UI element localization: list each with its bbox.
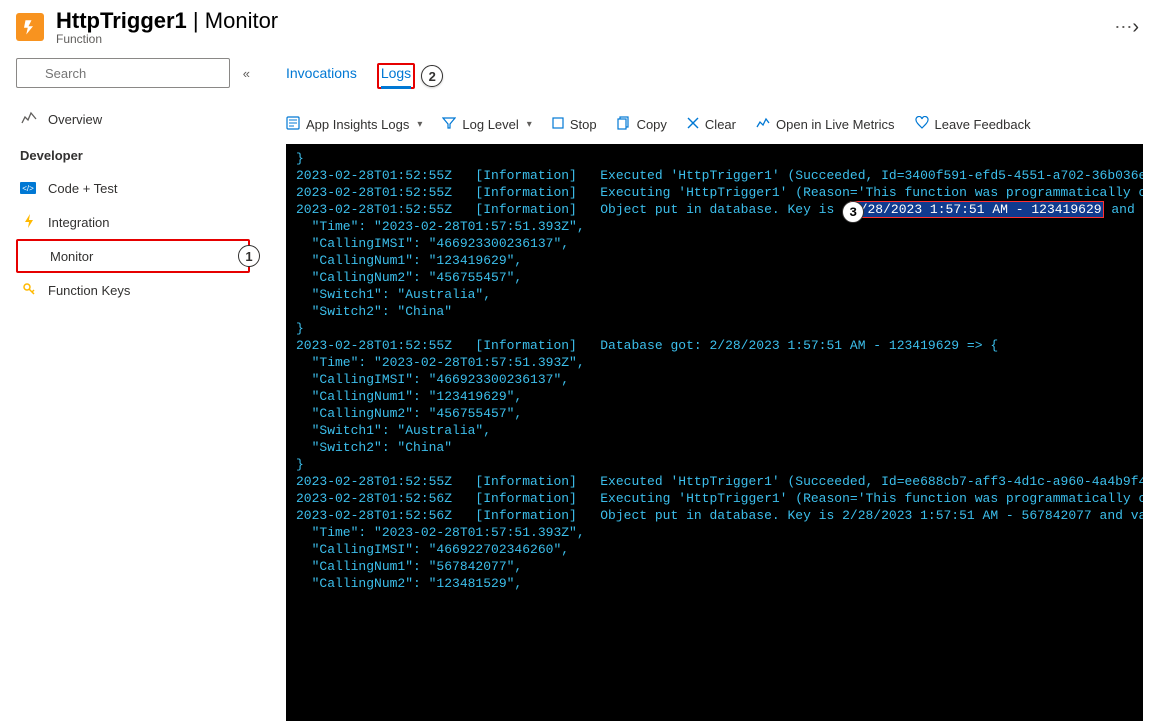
stop-label: Stop bbox=[570, 117, 597, 132]
more-actions-button[interactable]: ⋯ bbox=[1114, 17, 1132, 38]
feedback-icon bbox=[915, 116, 929, 133]
close-chevron-icon[interactable]: › bbox=[1132, 16, 1139, 39]
page-header: HttpTrigger1 | Monitor Function ⋯ › bbox=[0, 0, 1155, 50]
open-live-metrics-button[interactable]: Open in Live Metrics bbox=[756, 116, 895, 133]
callout-badge-2: 2 bbox=[421, 65, 443, 87]
sidebar-item-code-test[interactable]: </> Code + Test bbox=[16, 171, 250, 205]
log-highlight: 2/28/2023 1:57:51 AM - 123419629 bbox=[850, 201, 1104, 218]
stop-button[interactable]: Stop bbox=[552, 117, 597, 132]
function-keys-icon bbox=[20, 282, 38, 299]
sidebar: « Overview Developer </> Code + Test Int… bbox=[0, 50, 258, 721]
sidebar-item-integration[interactable]: Integration bbox=[16, 205, 250, 239]
collapse-sidebar-icon[interactable]: « bbox=[243, 66, 250, 81]
stop-icon bbox=[552, 117, 564, 132]
tab-bar: Invocations Logs 2 bbox=[286, 58, 1143, 94]
sidebar-item-overview[interactable]: Overview bbox=[16, 102, 250, 136]
search-input[interactable] bbox=[16, 58, 230, 88]
page-subtitle: Function bbox=[56, 32, 1098, 46]
tab-invocations[interactable]: Invocations bbox=[286, 65, 357, 87]
sidebar-item-label: Code + Test bbox=[48, 181, 118, 196]
log-console[interactable]: } 2023-02-28T01:52:55Z [Information] Exe… bbox=[286, 144, 1143, 721]
log-toolbar: App Insights Logs ▾ Log Level ▾ Stop Cop… bbox=[286, 110, 1143, 138]
sidebar-item-label: Monitor bbox=[50, 249, 93, 264]
code-test-icon: </> bbox=[20, 182, 38, 194]
function-app-icon bbox=[16, 13, 44, 41]
leave-feedback-button[interactable]: Leave Feedback bbox=[915, 116, 1031, 133]
chevron-down-icon: ▾ bbox=[417, 119, 422, 130]
integration-icon bbox=[20, 213, 38, 232]
page-title: HttpTrigger1 | Monitor bbox=[56, 8, 1098, 34]
callout-badge-3: 3 bbox=[842, 201, 864, 223]
callout-badge-1: 1 bbox=[238, 245, 260, 267]
log-level-label: Log Level bbox=[462, 117, 518, 132]
log-level-button[interactable]: Log Level ▾ bbox=[442, 116, 531, 133]
feedback-label: Leave Feedback bbox=[935, 117, 1031, 132]
clear-label: Clear bbox=[705, 117, 736, 132]
sidebar-item-label: Integration bbox=[48, 215, 109, 230]
sidebar-item-function-keys[interactable]: Function Keys bbox=[16, 273, 250, 307]
overview-icon bbox=[20, 111, 38, 128]
main-content: Invocations Logs 2 App Insights Logs ▾ L… bbox=[258, 50, 1155, 721]
log-text-post: and value is { "Time": "2023-02-28T01:57… bbox=[296, 202, 1143, 591]
sidebar-item-label: Function Keys bbox=[48, 283, 130, 298]
copy-button[interactable]: Copy bbox=[617, 116, 667, 133]
sidebar-item-monitor[interactable]: Monitor 1 bbox=[16, 239, 250, 273]
sidebar-section-developer: Developer bbox=[20, 148, 250, 163]
app-insights-label: App Insights Logs bbox=[306, 117, 409, 132]
app-insights-logs-button[interactable]: App Insights Logs ▾ bbox=[286, 116, 422, 133]
clear-button[interactable]: Clear bbox=[687, 117, 736, 132]
clear-icon bbox=[687, 117, 699, 132]
app-insights-icon bbox=[286, 116, 300, 133]
sidebar-item-label: Overview bbox=[48, 112, 102, 127]
live-metrics-icon bbox=[756, 116, 770, 133]
live-metrics-label: Open in Live Metrics bbox=[776, 117, 895, 132]
copy-label: Copy bbox=[637, 117, 667, 132]
copy-icon bbox=[617, 116, 631, 133]
filter-icon bbox=[442, 116, 456, 133]
chevron-down-icon: ▾ bbox=[527, 119, 532, 130]
tab-logs[interactable]: Logs bbox=[381, 65, 411, 87]
